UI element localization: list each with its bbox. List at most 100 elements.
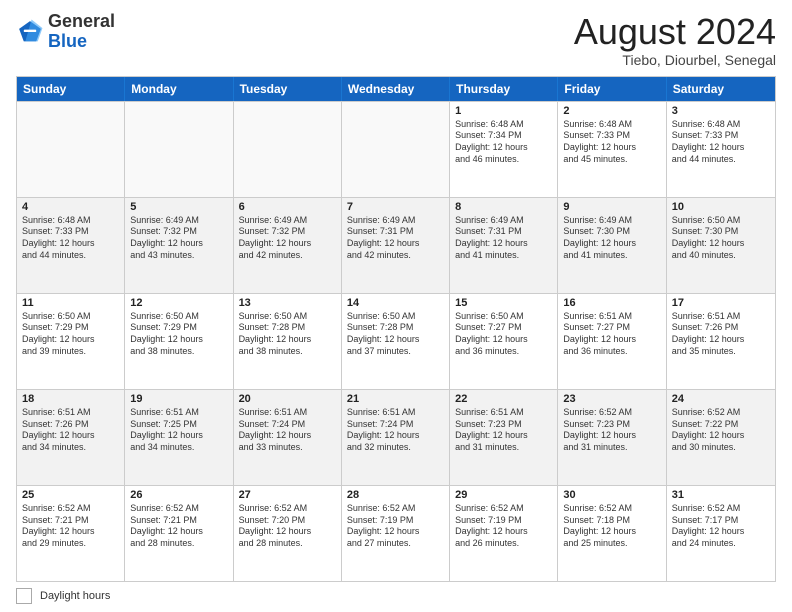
day-info: Sunrise: 6:52 AM Sunset: 7:21 PM Dayligh… [22,503,119,550]
location-subtitle: Tiebo, Diourbel, Senegal [574,52,776,68]
day-header-wednesday: Wednesday [342,77,450,101]
day-cell: 25 Sunrise: 6:52 AM Sunset: 7:21 PM Dayli… [17,486,125,581]
day-info: Sunrise: 6:48 AM Sunset: 7:33 PM Dayligh… [672,119,770,166]
logo-icon [16,18,44,46]
day-cell: 6Sunrise: 6:49 AM Sunset: 7:32 PM Daylig… [234,198,342,293]
day-info: Sunrise: 6:51 AM Sunset: 7:27 PM Dayligh… [563,311,660,358]
day-cell: 20 Sunrise: 6:51 AM Sunset: 7:24 PM Dayli… [234,390,342,485]
day-cell: 29Sunrise: 6:52 AM Sunset: 7:19 PM Dayli… [450,486,558,581]
weeks: 1Sunrise: 6:48 AM Sunset: 7:34 PM Daylig… [17,101,775,581]
day-cell: 4Sunrise: 6:48 AM Sunset: 7:33 PM Daylig… [17,198,125,293]
week-row-4: 25 Sunrise: 6:52 AM Sunset: 7:21 PM Dayli… [17,485,775,581]
day-number: 17 [672,297,770,309]
calendar: SundayMondayTuesdayWednesdayThursdayFrid… [16,76,776,582]
day-info: Sunrise: 6:52 AM Sunset: 7:22 PM Dayligh… [672,407,770,454]
day-number: 25 [22,489,119,501]
day-number: 18 [22,393,119,405]
day-info: Sunrise: 6:49 AM Sunset: 7:31 PM Dayligh… [347,215,444,262]
day-number: 20 [239,393,336,405]
day-cell: 24 Sunrise: 6:52 AM Sunset: 7:22 PM Dayli… [667,390,775,485]
day-cell: 8Sunrise: 6:49 AM Sunset: 7:31 PM Daylig… [450,198,558,293]
day-header-tuesday: Tuesday [234,77,342,101]
day-info: Sunrise: 6:52 AM Sunset: 7:18 PM Dayligh… [563,503,660,550]
week-row-3: 18 Sunrise: 6:51 AM Sunset: 7:26 PM Dayli… [17,389,775,485]
day-info: Sunrise: 6:51 AM Sunset: 7:24 PM Dayligh… [239,407,336,454]
day-info: Sunrise: 6:48 AM Sunset: 7:33 PM Dayligh… [563,119,660,166]
day-cell: 22 Sunrise: 6:51 AM Sunset: 7:23 PM Dayli… [450,390,558,485]
day-cell: 21Sunrise: 6:51 AM Sunset: 7:24 PM Dayli… [342,390,450,485]
day-number: 31 [672,489,770,501]
day-number: 15 [455,297,552,309]
day-info: Sunrise: 6:50 AM Sunset: 7:29 PM Dayligh… [130,311,227,358]
logo-blue: Blue [48,31,87,51]
month-title: August 2024 [574,12,776,52]
day-cell: 13 Sunrise: 6:50 AM Sunset: 7:28 PM Dayli… [234,294,342,389]
day-cell: 12 Sunrise: 6:50 AM Sunset: 7:29 PM Dayli… [125,294,233,389]
day-number: 12 [130,297,227,309]
day-info: Sunrise: 6:50 AM Sunset: 7:28 PM Dayligh… [347,311,444,358]
logo-text: General Blue [48,12,115,52]
day-info: Sunrise: 6:52 AM Sunset: 7:19 PM Dayligh… [455,503,552,550]
day-number: 11 [22,297,119,309]
day-cell: 2 Sunrise: 6:48 AM Sunset: 7:33 PM Daylig… [558,102,666,197]
day-cell: 17Sunrise: 6:51 AM Sunset: 7:26 PM Dayli… [667,294,775,389]
day-cell: 1Sunrise: 6:48 AM Sunset: 7:34 PM Daylig… [450,102,558,197]
day-number: 27 [239,489,336,501]
day-header-friday: Friday [558,77,666,101]
day-cell: 10Sunrise: 6:50 AM Sunset: 7:30 PM Dayli… [667,198,775,293]
day-info: Sunrise: 6:51 AM Sunset: 7:25 PM Dayligh… [130,407,227,454]
day-info: Sunrise: 6:50 AM Sunset: 7:29 PM Dayligh… [22,311,119,358]
day-info: Sunrise: 6:52 AM Sunset: 7:23 PM Dayligh… [563,407,660,454]
day-header-sunday: Sunday [17,77,125,101]
logo-general: General [48,11,115,31]
day-number: 1 [455,105,552,117]
day-cell: 16Sunrise: 6:51 AM Sunset: 7:27 PM Dayli… [558,294,666,389]
day-info: Sunrise: 6:51 AM Sunset: 7:23 PM Dayligh… [455,407,552,454]
day-info: Sunrise: 6:50 AM Sunset: 7:27 PM Dayligh… [455,311,552,358]
footer-label: Daylight hours [40,590,110,602]
logo: General Blue [16,12,115,52]
day-number: 28 [347,489,444,501]
day-cell [342,102,450,197]
day-info: Sunrise: 6:52 AM Sunset: 7:20 PM Dayligh… [239,503,336,550]
day-cell: 31Sunrise: 6:52 AM Sunset: 7:17 PM Dayli… [667,486,775,581]
day-header-monday: Monday [125,77,233,101]
day-number: 13 [239,297,336,309]
day-cell [125,102,233,197]
day-number: 2 [563,105,660,117]
day-cell: 5 Sunrise: 6:49 AM Sunset: 7:32 PM Daylig… [125,198,233,293]
day-number: 14 [347,297,444,309]
day-headers: SundayMondayTuesdayWednesdayThursdayFrid… [17,77,775,101]
day-cell: 19Sunrise: 6:51 AM Sunset: 7:25 PM Dayli… [125,390,233,485]
day-cell [234,102,342,197]
day-number: 5 [130,201,227,213]
day-header-thursday: Thursday [450,77,558,101]
day-number: 22 [455,393,552,405]
day-number: 7 [347,201,444,213]
week-row-2: 11 Sunrise: 6:50 AM Sunset: 7:29 PM Dayli… [17,293,775,389]
day-info: Sunrise: 6:52 AM Sunset: 7:19 PM Dayligh… [347,503,444,550]
day-cell: 23 Sunrise: 6:52 AM Sunset: 7:23 PM Dayli… [558,390,666,485]
day-number: 21 [347,393,444,405]
day-number: 26 [130,489,227,501]
day-cell: 28 Sunrise: 6:52 AM Sunset: 7:19 PM Dayli… [342,486,450,581]
header-right: August 2024 Tiebo, Diourbel, Senegal [574,12,776,68]
day-info: Sunrise: 6:50 AM Sunset: 7:30 PM Dayligh… [672,215,770,262]
day-info: Sunrise: 6:51 AM Sunset: 7:26 PM Dayligh… [22,407,119,454]
day-number: 23 [563,393,660,405]
day-cell: 15 Sunrise: 6:50 AM Sunset: 7:27 PM Dayli… [450,294,558,389]
day-number: 24 [672,393,770,405]
day-number: 4 [22,201,119,213]
page: General Blue August 2024 Tiebo, Diourbel… [0,0,792,612]
day-info: Sunrise: 6:50 AM Sunset: 7:28 PM Dayligh… [239,311,336,358]
day-info: Sunrise: 6:49 AM Sunset: 7:30 PM Dayligh… [563,215,660,262]
day-cell: 30Sunrise: 6:52 AM Sunset: 7:18 PM Dayli… [558,486,666,581]
day-info: Sunrise: 6:49 AM Sunset: 7:31 PM Dayligh… [455,215,552,262]
header: General Blue August 2024 Tiebo, Diourbel… [16,12,776,68]
day-cell: 27 Sunrise: 6:52 AM Sunset: 7:20 PM Dayli… [234,486,342,581]
day-cell [17,102,125,197]
day-cell: 3Sunrise: 6:48 AM Sunset: 7:33 PM Daylig… [667,102,775,197]
day-cell: 14 Sunrise: 6:50 AM Sunset: 7:28 PM Dayli… [342,294,450,389]
day-info: Sunrise: 6:49 AM Sunset: 7:32 PM Dayligh… [130,215,227,262]
day-cell: 9Sunrise: 6:49 AM Sunset: 7:30 PM Daylig… [558,198,666,293]
